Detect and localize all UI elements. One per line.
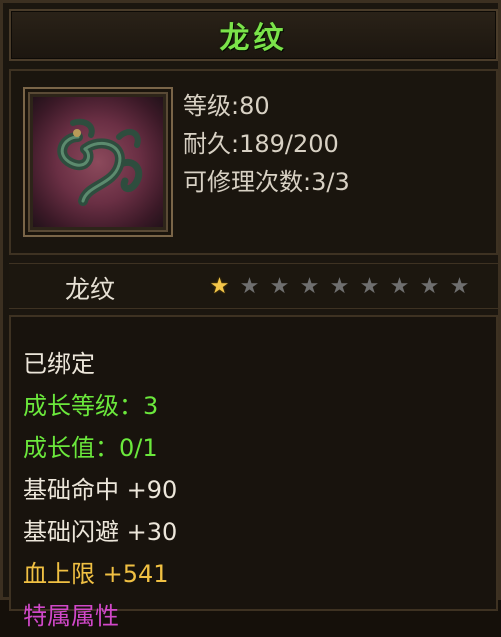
item-level: 等级:80: [183, 92, 270, 120]
star-empty-icon: ★: [419, 274, 440, 299]
star-empty-icon: ★: [299, 274, 320, 299]
item-name: 龙纹: [65, 275, 116, 304]
star-empty-icon: ★: [329, 274, 350, 299]
detail-line: 成长值：0/1: [23, 434, 158, 462]
item-name-row: 龙纹 ★ ★ ★ ★ ★ ★ ★ ★ ★: [9, 263, 498, 309]
item-icon-frame: [23, 87, 173, 237]
item-info-section: 等级:80 耐久:189/200 可修理次数:3/3: [9, 69, 498, 255]
detail-lines: 已绑定成长等级：3 成长值：0/1 基础命中 +90 基础闪避 +30 血上限 +541…: [23, 343, 177, 637]
dragon-emblem-icon: [33, 97, 163, 227]
item-title: 龙纹: [219, 21, 288, 56]
star-empty-icon: ★: [389, 274, 410, 299]
detail-line: 基础命中 +90: [23, 476, 178, 504]
item-tooltip-panel: 龙纹 等级:80 耐久:189/200 可修理次数:3/3 龙纹 ★ ★ ★ ★…: [0, 0, 501, 630]
detail-line: 成长等级：3: [23, 392, 159, 420]
detail-line: 已绑定: [23, 350, 95, 378]
item-durability: 耐久:189/200: [183, 130, 339, 158]
star-empty-icon: ★: [449, 274, 470, 299]
title-bar: 龙纹: [9, 9, 498, 61]
detail-line: 血上限 +541: [23, 560, 169, 588]
item-stats: 等级:80 耐久:189/200 可修理次数:3/3: [183, 87, 350, 201]
item-details-section: 已绑定成长等级：3 成长值：0/1 基础命中 +90 基础闪避 +30 血上限 +541…: [9, 315, 498, 630]
star-empty-icon: ★: [359, 274, 380, 299]
star-empty-icon: ★: [239, 274, 260, 299]
star-empty-icon: ★: [269, 274, 290, 299]
star-rating: ★ ★ ★ ★ ★ ★ ★ ★ ★: [207, 276, 472, 298]
star-filled-icon: ★: [209, 274, 230, 299]
detail-line: 基础闪避 +30: [23, 518, 178, 546]
item-repair-count: 可修理次数:3/3: [183, 168, 350, 196]
detail-line: 特属属性: [23, 602, 119, 630]
